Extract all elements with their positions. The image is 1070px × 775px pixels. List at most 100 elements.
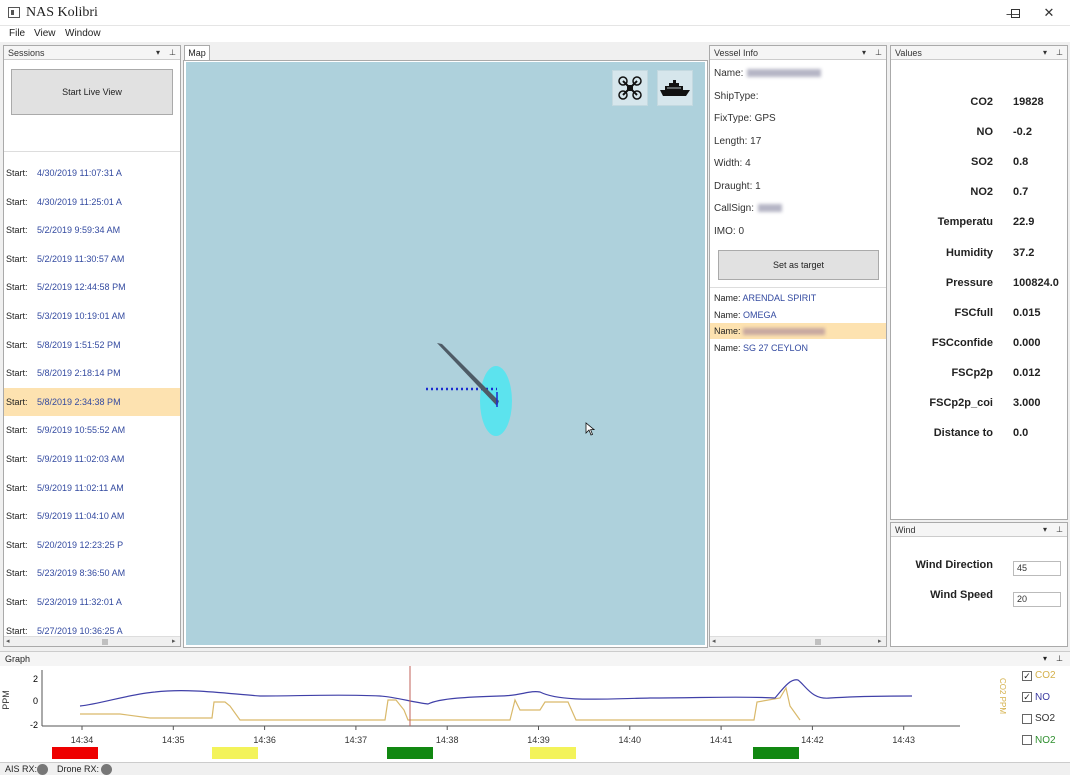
legend-item-so2[interactable]: SO2	[1022, 713, 1055, 724]
value-number: 0.0	[1013, 427, 1029, 440]
scroll-right-icon[interactable]: ▸	[878, 637, 882, 647]
value-number: 3.000	[1013, 397, 1041, 409]
menu-view[interactable]: View	[34, 28, 56, 39]
session-row[interactable]: Start: 5/9/2019 11:02:11 AM	[4, 474, 180, 502]
legend-item-co2[interactable]: ✓ CO2	[1022, 670, 1056, 681]
set-as-target-button[interactable]: Set as target	[718, 250, 879, 280]
session-row-date: 5/20/2019 12:23:25 P	[37, 539, 124, 550]
menu-file[interactable]: File	[9, 28, 25, 39]
session-row-date: 5/9/2019 10:55:52 AM	[37, 425, 126, 436]
dropdown-icon[interactable]: ▾	[1043, 523, 1047, 537]
wind-speed-input[interactable]: 20	[1013, 592, 1061, 607]
legend-label: SO2	[1035, 713, 1056, 724]
legend-checkbox[interactable]: ✓	[1022, 692, 1032, 702]
map-view[interactable]	[186, 62, 705, 645]
start-live-view-button[interactable]: Start Live View	[11, 69, 173, 115]
session-row[interactable]: Start: 5/2/2019 11:30:57 AM	[4, 245, 180, 273]
session-row[interactable]: Start: 5/2/2019 12:44:58 PM	[4, 273, 180, 301]
session-row[interactable]: Start: 5/8/2019 1:51:52 PM	[4, 331, 180, 359]
value-label: FSCp2p	[951, 366, 993, 379]
scroll-thumb[interactable]	[815, 639, 821, 645]
pin-icon[interactable]: ⊥	[1056, 654, 1063, 663]
close-button[interactable]: ✕	[1032, 0, 1066, 26]
secondary-axis-labels: CO2 PPM	[998, 678, 1007, 714]
ais-rx-label: AIS RX:	[5, 764, 38, 774]
session-row-date: 5/8/2019 2:34:38 PM	[37, 396, 121, 407]
scroll-thumb[interactable]	[102, 639, 108, 645]
y-tick-neg2: -2	[30, 720, 38, 730]
mouse-cursor-icon	[585, 422, 595, 436]
sessions-panel: Sessions ▾ ⊥ Start Live View Start: 4/30/…	[3, 45, 181, 647]
session-row[interactable]: Start: 5/8/2019 2:18:14 PM	[4, 359, 180, 387]
session-row-date: 5/27/2019 10:36:25 A	[37, 625, 123, 636]
session-row[interactable]: Start: 5/23/2019 8:36:50 AM	[4, 559, 180, 587]
vessel-list-item[interactable]: Name: OMEGA	[710, 307, 886, 323]
session-row[interactable]: Start: 5/3/2019 10:19:01 AM	[4, 302, 180, 330]
session-row-label: Start:	[6, 425, 28, 436]
dropdown-icon[interactable]: ▾	[862, 46, 866, 60]
legend-checkbox[interactable]	[1022, 713, 1032, 724]
status-band-red	[52, 747, 98, 759]
wind-direction-input[interactable]: 45	[1013, 561, 1061, 576]
scroll-right-icon[interactable]: ▸	[172, 637, 176, 647]
secondary-axis-label: CO2 PPM	[998, 678, 1007, 714]
session-row-label: Start:	[6, 196, 28, 207]
scroll-left-icon[interactable]: ◂	[712, 637, 716, 647]
sessions-scrollbar[interactable]: ◂ ▸	[4, 636, 180, 646]
legend-item-no2[interactable]: NO2	[1022, 735, 1056, 746]
session-row[interactable]: Start: 5/9/2019 10:55:52 AM	[4, 416, 180, 444]
vessel-list-item[interactable]: Name: ARENDAL SPIRIT	[710, 290, 886, 306]
app-icon	[8, 7, 20, 18]
session-row-date: 5/2/2019 9:59:34 AM	[37, 225, 121, 236]
pin-icon[interactable]: ⊥	[1056, 523, 1063, 537]
graph-plot[interactable]: PPM 2 0 -2 14:34 14:35 14:36 14:37 14:38 14:3…	[0, 666, 1020, 762]
session-row[interactable]: Start: 5/9/2019 11:02:03 AM	[4, 445, 180, 473]
value-number: 0.8	[1013, 156, 1029, 169]
dropdown-icon[interactable]: ▾	[1043, 654, 1047, 663]
maximize-button[interactable]	[998, 0, 1032, 26]
vessel-list-name: ARENDAL SPIRIT	[742, 293, 817, 303]
scroll-left-icon[interactable]: ◂	[6, 637, 10, 647]
x-tick-label: 14:39	[527, 735, 550, 745]
session-row[interactable]: Start: 4/30/2019 11:25:01 A	[4, 188, 180, 216]
session-row[interactable]: Start: 5/9/2019 11:04:10 AM	[4, 502, 180, 530]
map-overlay	[426, 343, 512, 436]
drone-status-indicator	[101, 764, 112, 775]
status-band-green	[387, 747, 433, 759]
vessel-list-item[interactable]: Name: SG 27 CEYLON	[710, 340, 886, 356]
value-number: -0.2	[1013, 126, 1032, 139]
session-row-date: 4/30/2019 11:07:31 A	[37, 168, 122, 178]
session-row[interactable]: Start: 5/27/2019 10:36:25 A	[4, 617, 180, 637]
vessel-list-name: SG 27 CEYLON	[743, 342, 809, 353]
redacted-name	[747, 69, 822, 78]
pin-icon[interactable]: ⊥	[875, 46, 882, 60]
menu-window[interactable]: Window	[65, 28, 101, 39]
session-row[interactable]: Start: 5/2/2019 9:59:34 AM	[4, 216, 180, 244]
dropdown-icon[interactable]: ▾	[156, 46, 160, 60]
legend-checkbox[interactable]	[1022, 735, 1032, 745]
vessel-draught-field: Draught: 1	[714, 181, 761, 192]
graph-header: Graph ▾ ⊥	[0, 651, 1070, 666]
legend-item-no[interactable]: ✓ NO	[1022, 692, 1050, 703]
session-row-label: Start:	[6, 339, 28, 350]
legend-checkbox[interactable]: ✓	[1022, 670, 1032, 681]
redacted-vessel-name	[743, 328, 826, 336]
vessel-scrollbar[interactable]: ◂ ▸	[710, 636, 886, 646]
session-row[interactable]: Start: 5/8/2019 2:34:38 PM	[4, 387, 180, 416]
value-label: NO2	[970, 186, 993, 199]
pin-icon[interactable]: ⊥	[169, 46, 176, 60]
status-bar: AIS RX: Drone RX:	[0, 762, 1070, 775]
status-band-yellow	[212, 747, 258, 759]
tab-map[interactable]: Map	[184, 45, 210, 61]
session-row[interactable]: Start: 5/20/2019 12:23:25 P	[4, 531, 180, 559]
vessel-info-header: Vessel Info ▾ ⊥	[710, 46, 886, 60]
session-row[interactable]: Start: 4/30/2019 11:07:31 A	[4, 159, 180, 187]
session-row-label: Start:	[6, 368, 28, 379]
vessel-list-item[interactable]: Name:	[710, 323, 886, 339]
session-row-date: 5/2/2019 12:44:58 PM	[37, 282, 126, 293]
value-number: 100824.0	[1013, 276, 1059, 289]
session-row[interactable]: Start: 5/23/2019 11:32:01 A	[4, 588, 180, 616]
values-list: CO2 19828 NO -0.2 SO2 0.8 NO2 0.7 Temperatu 22.9 H…	[891, 46, 1067, 506]
value-label: NO	[976, 126, 994, 139]
session-row-date: 4/30/2019 11:25:01 A	[37, 196, 122, 207]
